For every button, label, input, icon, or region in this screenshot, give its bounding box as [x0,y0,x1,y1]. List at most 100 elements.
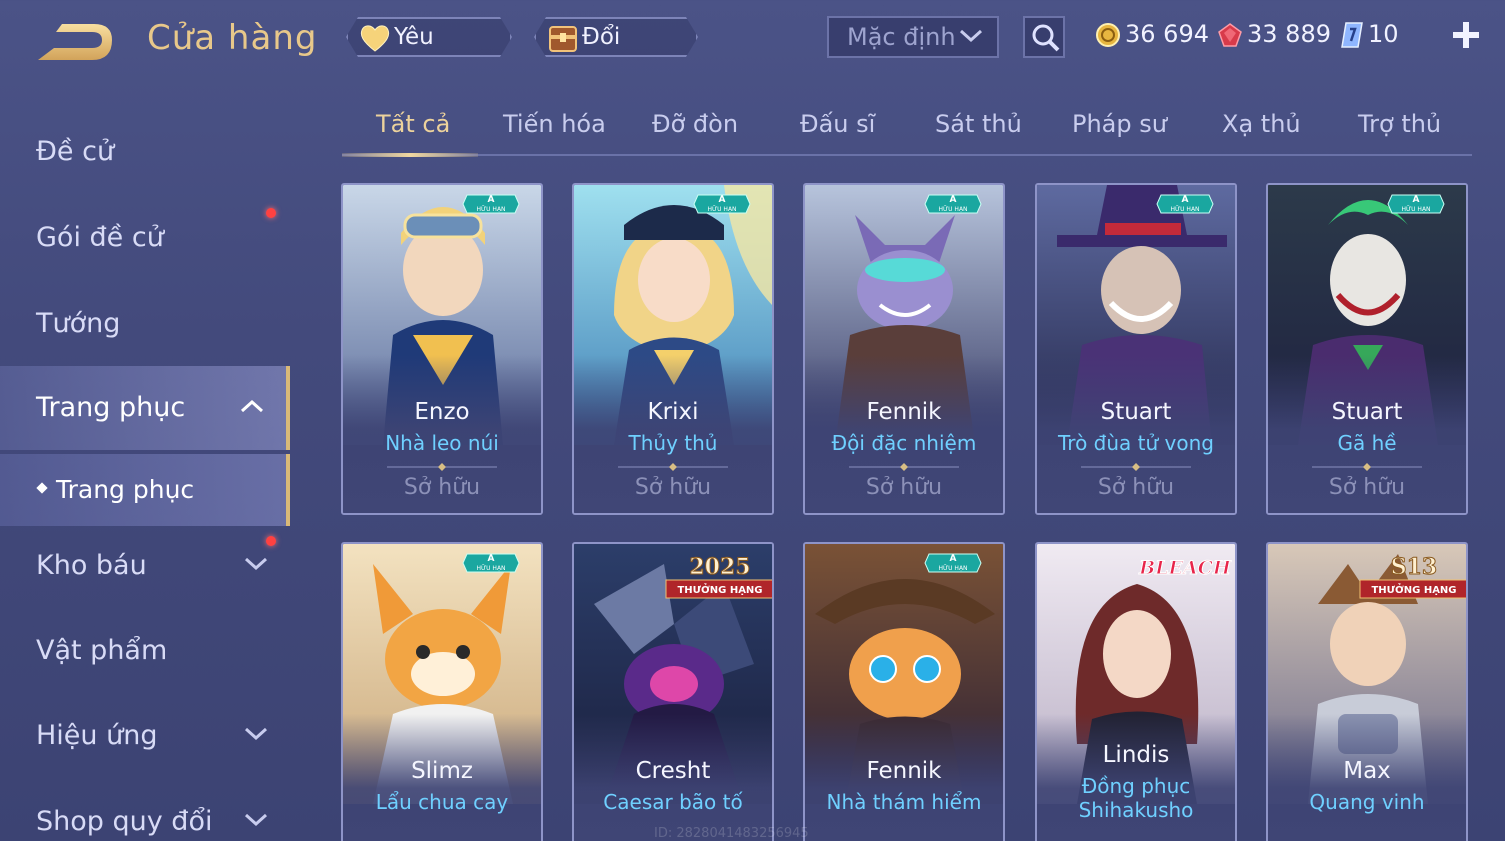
owned-status: Sở hữu [1097,475,1175,500]
sidebar-item-label: Vật phẩm [36,635,168,666]
svg-text:HỮU HẠN: HỮU HẠN [476,206,505,213]
limited-badge: A HỮU HẠN [462,194,520,214]
svg-text:THƯỞNG HẠNG: THƯỞNG HẠNG [1371,582,1456,596]
svg-text:A: A [1182,195,1189,205]
hero-name: Cresht [635,758,711,784]
search-button[interactable] [1023,16,1065,58]
skin-card[interactable]: A HỮU HẠN Slimz Lẩu chua cay [341,542,543,841]
sidebar-item-recommended-packs[interactable]: Gói đề cử [0,196,290,280]
tab-support[interactable]: Trợ thủ [1358,110,1441,138]
hero-name: Fennik [866,758,942,784]
season-rank-badge: 2025 THƯỞNG HẠNG [665,554,772,599]
chevron-down-icon [244,727,268,741]
sidebar-item-items[interactable]: Vật phẩm [0,609,290,693]
hero-name: Enzo [414,399,470,425]
sidebar-item-effects[interactable]: Hiệu ứng [0,694,290,778]
tab-assassin[interactable]: Sát thủ [935,110,1022,138]
sidebar-item-label: Tướng [36,308,121,339]
gold-balance: 36 694 [1095,18,1209,50]
gold-coin-icon [1096,23,1120,47]
sidebar: Đề cử Gói đề cử Tướng Trang phục Trang p… [0,100,290,841]
sidebar-item-treasure[interactable]: Kho báu [0,524,290,608]
skin-name: Đội đặc nhiệm [831,431,977,455]
svg-text:HỮU HẠN: HỮU HẠN [1170,206,1199,213]
svg-text:BLEACH: BLEACH [1138,557,1232,579]
limited-badge: A HỮU HẠN [693,194,751,214]
treasure-chest-icon [546,21,580,55]
limited-badge: A HỮU HẠN [1156,194,1214,214]
sort-value: Mặc định [847,23,956,51]
skin-card[interactable]: BLEACH Lindis Đồng phục Shihakusho [1035,542,1237,841]
sidebar-item-label: Đề cử [36,136,115,167]
skin-card[interactable]: A HỮU HẠN Krixi Thủy thủ Sở hữu [572,183,774,515]
svg-text:A: A [488,554,495,564]
tab-label: Đỡ đòn [652,110,739,138]
diamond-bullet-icon [36,482,48,494]
sidebar-item-exchange-shop[interactable]: Shop quy đổi [0,780,290,841]
tab-label: Sát thủ [935,110,1022,138]
ornament-divider [849,463,959,471]
sidebar-item-skins[interactable]: Trang phục [0,366,290,450]
skin-name: Gã hề [1337,431,1397,455]
svg-text:A: A [1413,195,1420,205]
hero-name: Slimz [411,758,473,784]
skin-name: Đồng phục Shihakusho [1078,774,1194,822]
page-title: Cửa hàng [147,18,318,58]
plus-icon[interactable] [1451,20,1481,50]
svg-text:A: A [719,195,726,205]
tab-mage[interactable]: Pháp sư [1072,110,1167,138]
limited-badge: A HỮU HẠN [924,553,982,573]
skin-card[interactable]: A HỮU HẠN Enzo Nhà leo núi Sở hữu [341,183,543,515]
sidebar-item-heroes[interactable]: Tướng [0,282,290,366]
tab-evolution[interactable]: Tiến hóa [503,110,606,138]
tab-label: Xạ thủ [1222,110,1301,138]
skin-name: Nhà leo núi [385,431,499,455]
skin-card[interactable]: A HỮU HẠN Stuart Gã hề Sở hữu [1266,183,1468,515]
ornament-divider [618,463,728,471]
season-rank-badge: S13 THƯỞNG HẠNG [1359,554,1466,599]
skin-card[interactable]: A HỮU HẠN Fennik Đội đặc nhiệm Sở hữu [803,183,1005,515]
chevron-down-icon [959,29,983,43]
top-bar: Cửa hàng Yêu thích Đổi mảnh Mặc định 36 … [0,0,1505,80]
skin-name: Lẩu chua cay [375,790,509,814]
skin-name: Caesar bão tố [603,790,743,814]
skin-card[interactable]: A HỮU HẠN Fennik Nhà thám hiểm [803,542,1005,841]
tab-tank[interactable]: Đỡ đòn [652,110,738,138]
bleach-collab-badge: BLEACH [1138,557,1233,580]
svg-text:HỮU HẠN: HỮU HẠN [707,206,736,213]
favorite-button[interactable]: Yêu thích [346,17,512,57]
skin-card[interactable]: A HỮU HẠN Stuart Trò đùa tử vong Sở hữu [1035,183,1237,515]
skin-card[interactable]: S13 THƯỞNG HẠNG Max Quang vinh [1266,542,1468,841]
back-arrow-icon[interactable] [36,20,116,64]
tab-all[interactable]: Tất cả [376,110,450,138]
sidebar-subitem-label: Trang phục [56,475,195,504]
sort-dropdown[interactable]: Mặc định [827,16,999,58]
svg-text:HỮU HẠN: HỮU HẠN [938,565,967,572]
hero-name: Krixi [647,399,699,425]
tab-fighter[interactable]: Đấu sĩ [800,110,875,138]
svg-text:2025: 2025 [689,554,750,580]
sidebar-item-recommended[interactable]: Đề cử [0,110,290,194]
owned-status: Sở hữu [865,475,943,500]
sidebar-item-label: Kho báu [36,550,147,581]
owned-status: Sở hữu [634,475,712,500]
sidebar-subitem-skins[interactable]: Trang phục [0,454,290,526]
sidebar-item-label: Gói đề cử [36,222,164,253]
svg-text:HỮU HẠN: HỮU HẠN [476,565,505,572]
ruby-icon [1218,23,1242,47]
role-tabs: Tất cả Tiến hóa Đỡ đòn Đấu sĩ Sát thủ Ph… [342,100,1472,157]
tab-label: Pháp sư [1072,110,1167,138]
tab-marksman[interactable]: Xạ thủ [1222,110,1301,138]
swap-fragments-button[interactable]: Đổi mảnh [534,17,698,57]
ruby-amount: 33 889 [1247,20,1331,48]
tab-label: Đấu sĩ [800,110,876,138]
svg-text:A: A [950,554,957,564]
voucher-icon [1341,22,1363,48]
search-icon [1032,24,1060,52]
skin-card[interactable]: 2025 THƯỞNG HẠNG Cresht Caesar bão tố [572,542,774,841]
gold-amount: 36 694 [1125,20,1209,48]
tab-label: Trợ thủ [1358,110,1442,138]
sidebar-item-label: Trang phục [36,392,186,423]
chevron-up-icon [240,399,264,413]
sidebar-item-label: Hiệu ứng [36,720,158,751]
